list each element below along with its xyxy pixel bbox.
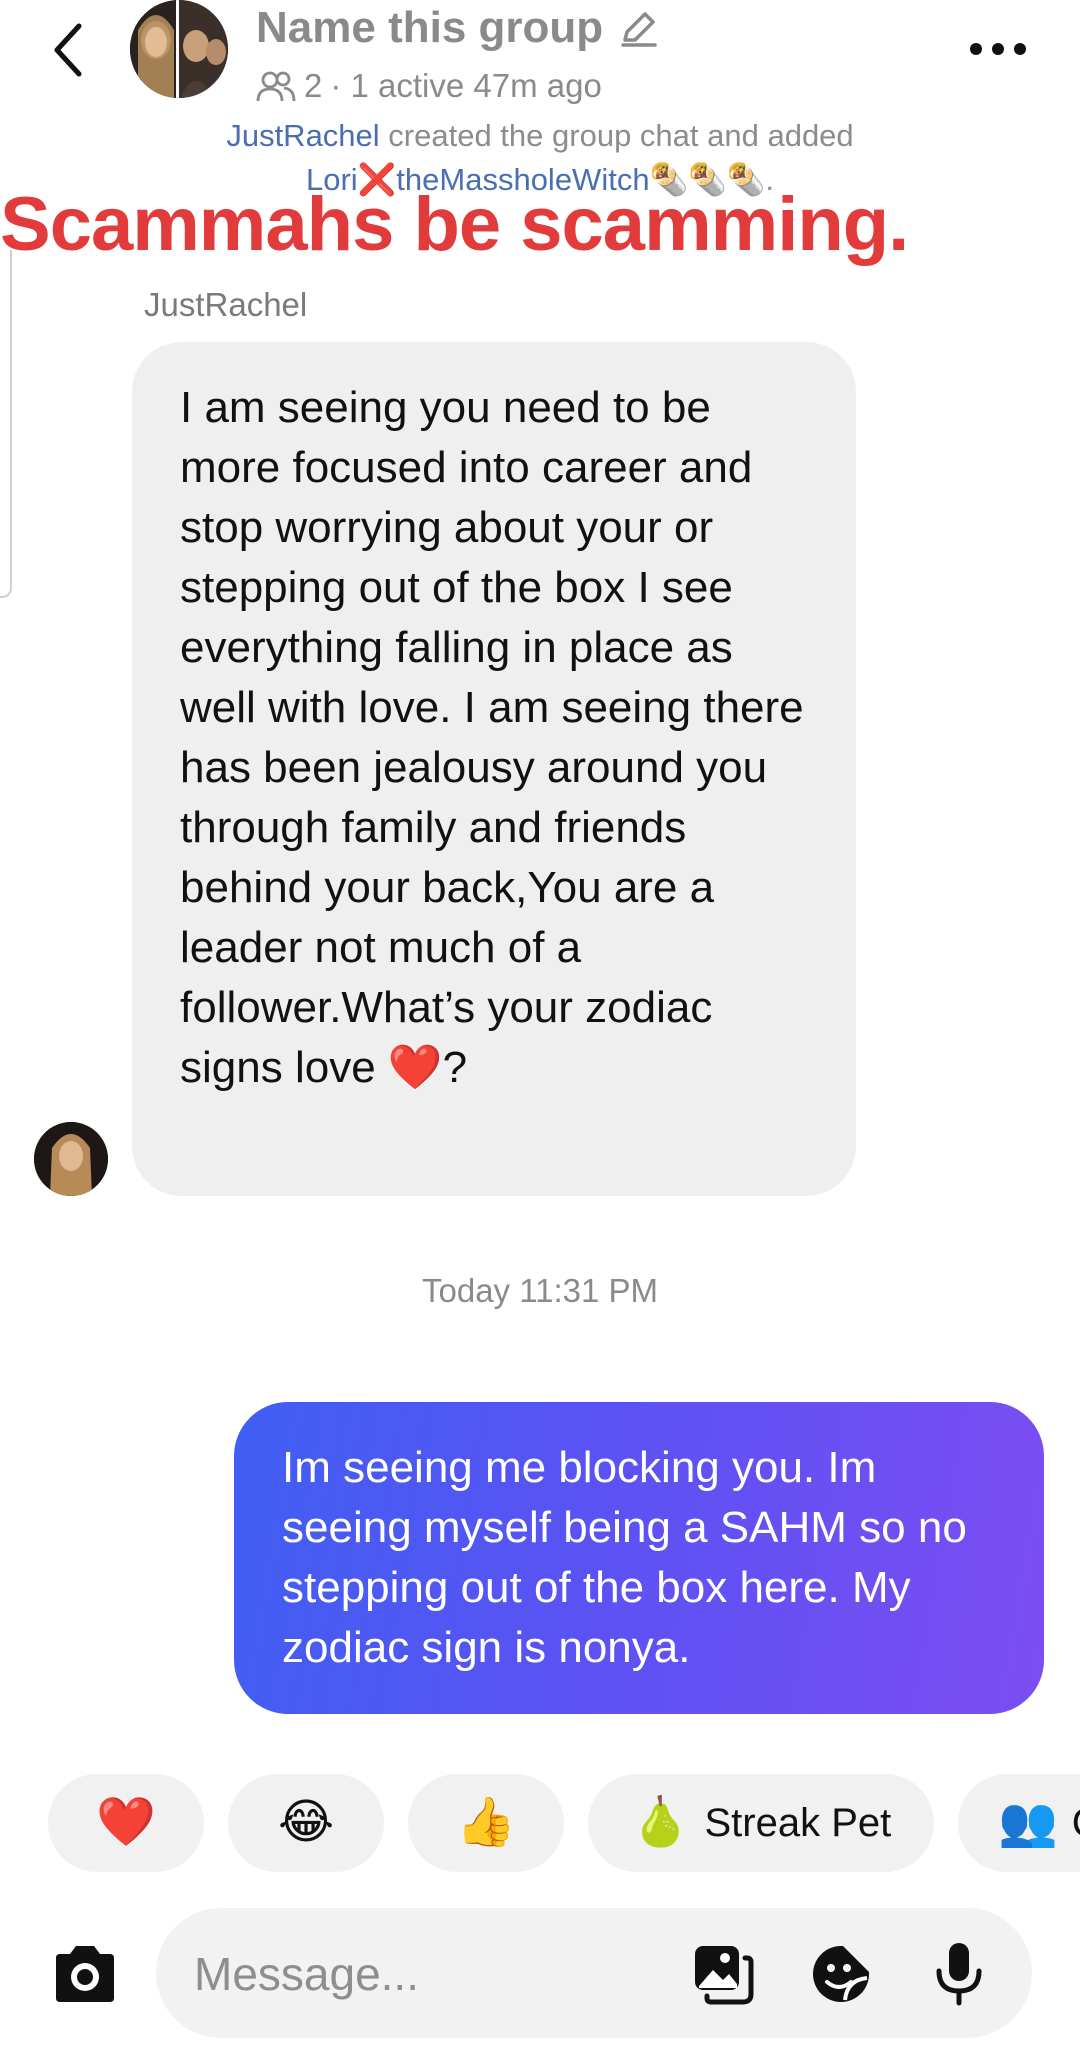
quick-reactions-bar: ❤️ 😂 👍 🍐 Streak Pet 👥 C — [0, 1774, 1080, 1874]
heart-icon: ❤️ — [96, 1796, 156, 1849]
chevron-left-icon — [54, 23, 82, 77]
message-timestamp: Today 11:31 PM — [421, 1272, 659, 1309]
group-avatar[interactable] — [130, 0, 228, 98]
laughing-face-icon: 😂 — [277, 1796, 335, 1849]
streak-pet-label: Streak Pet — [704, 1800, 892, 1845]
message-composer — [156, 1908, 1032, 2040]
sender-photo — [34, 1122, 108, 1196]
reaction-heart-chip[interactable]: ❤️ — [48, 1774, 204, 1872]
sticker-button[interactable] — [808, 1941, 874, 2007]
group-title[interactable]: Name this group — [256, 3, 603, 53]
sticker-icon — [813, 1946, 869, 2002]
reply-thread-line — [0, 250, 12, 598]
group-photo — [130, 0, 228, 98]
gallery-icon — [695, 1946, 754, 2005]
camera-button[interactable] — [40, 1938, 130, 2010]
notice-middle-text: created the group chat and added — [379, 118, 854, 153]
reaction-thumbs-up-chip[interactable]: 👍 — [408, 1774, 564, 1872]
streak-pet-icon: 🍐 — [630, 1796, 691, 1849]
more-dots-icon — [970, 43, 1026, 55]
incoming-message-text: I am seeing you need to be more focused … — [180, 383, 804, 1092]
notice-actor-link[interactable]: JustRachel — [226, 118, 379, 153]
more-options-button[interactable] — [958, 22, 1038, 76]
sender-name: JustRachel — [144, 286, 308, 323]
back-button[interactable] — [40, 18, 96, 82]
people-icon: 👥 — [998, 1796, 1058, 1849]
outgoing-message-text: Im seeing me blocking you. Im seeing mys… — [282, 1443, 967, 1672]
microphone-icon — [936, 1943, 982, 2006]
reaction-laugh-chip[interactable]: 😂 — [228, 1774, 384, 1872]
incoming-message-bubble[interactable]: I am seeing you need to be more focused … — [132, 342, 856, 1196]
people-icon — [256, 71, 296, 102]
thumbs-up-icon: 👍 — [456, 1796, 516, 1849]
gallery-button[interactable] — [690, 1941, 756, 2007]
pencil-icon[interactable] — [619, 8, 659, 48]
member-count: 2 — [304, 67, 323, 104]
message-input[interactable] — [192, 1908, 676, 2040]
voice-message-button[interactable] — [926, 1941, 992, 2007]
active-status: · 1 active 47m ago — [330, 67, 602, 104]
outgoing-message-bubble[interactable]: Im seeing me blocking you. Im seeing mys… — [234, 1402, 1044, 1714]
camera-icon — [56, 1946, 114, 2002]
group-title-row[interactable]: Name this group — [256, 2, 659, 54]
group-action-label: C — [1072, 1801, 1080, 1846]
overlay-caption: Scammahs be scamming. — [0, 182, 909, 267]
group-action-chip[interactable]: 👥 C — [958, 1774, 1080, 1872]
streak-pet-chip[interactable]: 🍐 Streak Pet — [588, 1774, 934, 1872]
group-subtitle: 2 · 1 active 47m ago — [256, 66, 602, 106]
sender-avatar[interactable] — [34, 1122, 108, 1196]
